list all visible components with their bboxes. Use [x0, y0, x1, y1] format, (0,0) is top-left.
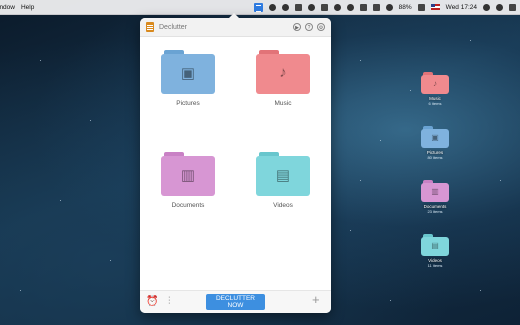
menu-item-window[interactable]: indow [0, 4, 15, 11]
folder-label: Pictures [176, 100, 200, 107]
add-icon[interactable]: + [312, 293, 320, 306]
app-title: Declutter [159, 23, 188, 31]
popover-arrow [228, 13, 240, 19]
folder-documents[interactable]: ▥ Documents [156, 152, 220, 209]
settings-icon[interactable]: ⚙ [317, 23, 325, 31]
desktop-folder-videos[interactable]: ▤ Videos 11 items [415, 234, 455, 268]
time-machine-icon[interactable] [346, 3, 354, 11]
folder-label: Videos [273, 202, 293, 209]
desktop-folder-count: 11 items [427, 263, 443, 268]
status-app-icon[interactable] [268, 3, 276, 11]
music-note-icon: ♪ [279, 64, 287, 81]
menu-item-help[interactable]: Help [21, 4, 34, 11]
desktop-folder-pictures[interactable]: ▣ Pictures 80 items [415, 126, 455, 160]
folder-label: Music [274, 100, 292, 107]
image-icon: ▣ [431, 133, 439, 142]
status-app-icon[interactable] [294, 3, 302, 11]
folder-label: Documents [171, 202, 205, 209]
desktop-folder-music[interactable]: ♪ Music 6 items [415, 72, 455, 106]
wifi-icon[interactable] [359, 3, 367, 11]
help-icon[interactable]: ? [305, 23, 313, 31]
book-icon: ▥ [180, 167, 196, 184]
desktop-folder-documents[interactable]: ▥ Documents 23 items [415, 180, 455, 214]
declutter-popover: Declutter ▶ ? ⚙ ▣ Pictures ♪ Music ▥ Doc… [140, 13, 331, 313]
folder-icon: ▤ [421, 234, 449, 256]
folder-music[interactable]: ♪ Music [251, 50, 315, 107]
desktop-folder-count: 6 items [428, 101, 442, 106]
menu-bar: indow Help 88% Wed 17:24 [0, 0, 520, 15]
book-icon: ▥ [431, 187, 439, 196]
declutter-app-icon [146, 22, 154, 32]
desktop-folder-count: 80 items [427, 155, 443, 160]
folder-icon: ♪ [256, 50, 310, 94]
bluetooth-icon[interactable] [333, 3, 341, 11]
airplay-icon[interactable] [372, 3, 380, 11]
music-note-icon: ♪ [433, 79, 437, 88]
desktop-folder-count: 23 items [427, 209, 443, 214]
popover-bottom-bar: ⏰ ⫶ DECLUTTER NOW + [140, 290, 331, 313]
status-app-icon[interactable] [320, 3, 328, 11]
search-icon[interactable] [483, 3, 490, 11]
input-flag-icon[interactable] [430, 4, 440, 10]
declutter-menu-icon[interactable] [253, 2, 263, 12]
battery-icon[interactable] [417, 3, 425, 11]
battery-percent[interactable]: 88% [399, 4, 412, 11]
notification-center-icon[interactable] [509, 3, 516, 11]
popover-titlebar: Declutter ▶ ? ⚙ [140, 18, 331, 37]
folder-icon: ▣ [161, 50, 215, 94]
folder-icon: ♪ [421, 72, 449, 94]
alarm-clock-icon[interactable]: ⏰ [146, 297, 158, 307]
folder-icon: ▥ [421, 180, 449, 202]
folder-icon: ▣ [421, 126, 449, 148]
folder-videos[interactable]: ▤ Videos [251, 152, 315, 209]
play-icon[interactable]: ▶ [293, 23, 301, 31]
image-icon: ▣ [180, 65, 196, 82]
status-app-icon[interactable] [307, 3, 315, 11]
folder-icon: ▥ [161, 152, 215, 196]
folder-pictures[interactable]: ▣ Pictures [156, 50, 220, 107]
status-area: 88% Wed 17:24 [253, 0, 516, 14]
folder-icon: ▤ [256, 152, 310, 196]
user-avatar-icon[interactable] [496, 3, 503, 11]
declutter-now-button[interactable]: DECLUTTER NOW [206, 294, 265, 310]
sliders-icon[interactable]: ⫶ [168, 297, 171, 307]
menu-clock[interactable]: Wed 17:24 [446, 4, 477, 11]
volume-icon[interactable] [385, 3, 393, 11]
film-icon: ▤ [275, 167, 291, 184]
film-icon: ▤ [431, 241, 439, 250]
status-app-icon[interactable] [281, 3, 289, 11]
